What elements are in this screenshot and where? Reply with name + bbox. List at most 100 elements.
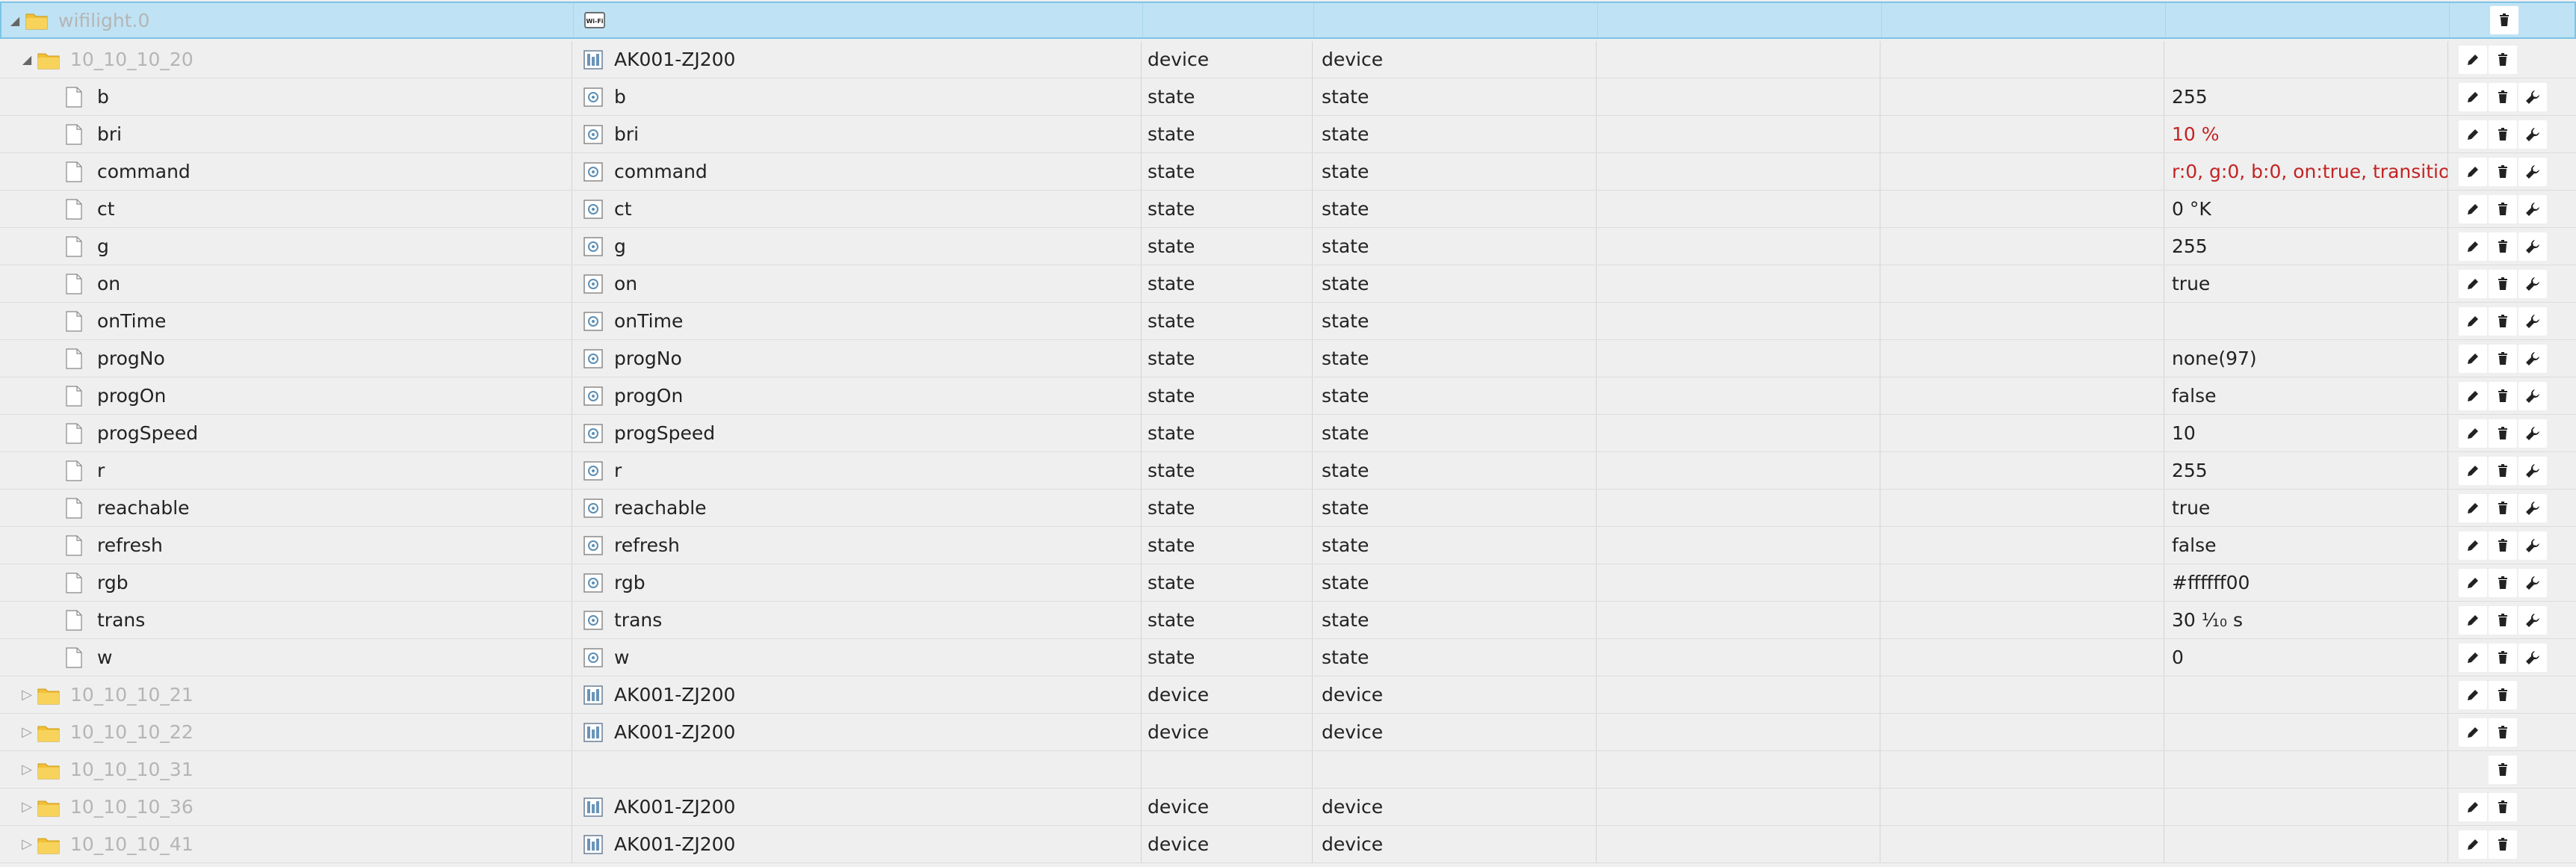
pencil-icon[interactable] [2459, 531, 2487, 560]
pencil-icon[interactable] [2459, 830, 2487, 859]
tree-row-device[interactable]: ▷ 10_10_10_21 AK001-ZJ200 device device [0, 676, 2576, 714]
tree-row-state[interactable]: w w state state 0 [0, 639, 2576, 676]
pencil-icon[interactable] [2459, 157, 2487, 186]
tree-row-state[interactable]: rgb rgb state state #ffffff00 [0, 564, 2576, 602]
tree-row-state[interactable]: on on state state true [0, 265, 2576, 303]
pencil-icon[interactable] [2459, 344, 2487, 373]
wrench-icon[interactable] [2518, 493, 2547, 522]
trash-icon[interactable] [2489, 792, 2517, 821]
trash-icon[interactable] [2489, 232, 2517, 261]
wrench-icon[interactable] [2518, 306, 2547, 336]
tree-row-state[interactable]: g g state state 255 [0, 228, 2576, 265]
pencil-icon[interactable] [2459, 194, 2487, 223]
pencil-icon[interactable] [2459, 45, 2487, 74]
tree-row-state[interactable]: trans trans state state 30 ⅒ s [0, 602, 2576, 639]
value-cell: none(97) [2164, 340, 2448, 377]
tree-row-state[interactable]: progSpeed progSpeed state state 10 [0, 415, 2576, 452]
trash-icon[interactable] [2489, 419, 2517, 448]
pencil-icon[interactable] [2459, 568, 2487, 597]
trash-icon[interactable] [2490, 6, 2518, 34]
triangle-right-icon[interactable]: ▷ [16, 799, 37, 815]
trash-icon[interactable] [2489, 157, 2517, 186]
wrench-icon[interactable] [2518, 568, 2547, 597]
pencil-icon[interactable] [2459, 82, 2487, 111]
pencil-icon[interactable] [2459, 718, 2487, 747]
tree-row-state[interactable]: ct ct state state 0 °K [0, 191, 2576, 228]
triangle-right-icon[interactable]: ▷ [16, 724, 37, 740]
tree-row-state[interactable]: r r state state 255 [0, 452, 2576, 490]
object-name: rgb [614, 572, 645, 593]
triangle-right-icon[interactable]: ▷ [16, 762, 37, 777]
wrench-icon[interactable] [2518, 419, 2547, 448]
triangle-right-icon[interactable]: ▷ [16, 687, 37, 703]
trash-icon[interactable] [2489, 269, 2517, 298]
value-cell [2166, 3, 2450, 37]
wrench-icon[interactable] [2518, 643, 2547, 672]
trash-icon[interactable] [2489, 45, 2517, 74]
pencil-icon[interactable] [2459, 269, 2487, 298]
tree-row-state[interactable]: b b state state 255 [0, 78, 2576, 116]
tree-row-state[interactable]: bri bri state state 10 % [0, 116, 2576, 153]
wrench-icon[interactable] [2518, 381, 2547, 410]
tree-row-device[interactable]: ▷ 10_10_10_36 AK001-ZJ200 device device [0, 789, 2576, 826]
trash-icon[interactable] [2489, 643, 2517, 672]
pencil-icon[interactable] [2459, 232, 2487, 261]
tree-row-device[interactable]: ▷ 10_10_10_41 AK001-ZJ200 device device [0, 826, 2576, 863]
trash-icon[interactable] [2489, 456, 2517, 485]
triangle-right-icon[interactable]: ▷ [16, 836, 37, 852]
name-cell: refresh [0, 527, 572, 564]
tree-row-state[interactable]: onTime onTime state state [0, 303, 2576, 340]
tree-row-state[interactable]: command command state state r:0, g:0, b:… [0, 153, 2576, 191]
trash-icon[interactable] [2489, 680, 2517, 709]
trash-icon[interactable] [2489, 830, 2517, 859]
trash-icon[interactable] [2489, 531, 2517, 560]
pencil-icon[interactable] [2459, 381, 2487, 410]
tree-row-device[interactable]: ◢ 10_10_10_20 AK001-ZJ200 device device [0, 41, 2576, 78]
tree-row-device[interactable]: ▷ 10_10_10_22 AK001-ZJ200 device device [0, 714, 2576, 751]
tree-row-device[interactable]: ▷ 10_10_10_31 [0, 751, 2576, 789]
pencil-icon[interactable] [2459, 680, 2487, 709]
tree-row-state[interactable]: reachable reachable state state true [0, 490, 2576, 527]
wrench-icon[interactable] [2518, 269, 2547, 298]
trash-icon[interactable] [2489, 493, 2517, 522]
pencil-icon[interactable] [2459, 120, 2487, 149]
tree-row-state[interactable]: progNo progNo state state none(97) [0, 340, 2576, 377]
pencil-icon[interactable] [2459, 306, 2487, 336]
triangle-down-icon[interactable]: ◢ [4, 13, 25, 28]
pencil-icon[interactable] [2459, 493, 2487, 522]
trash-icon[interactable] [2489, 755, 2517, 784]
object-name: AK001-ZJ200 [614, 684, 736, 706]
object-name-cell: onTime [572, 303, 1142, 339]
tree-row-root[interactable]: ◢ wifilight.0 Wi-Fi [0, 1, 2576, 39]
trash-icon[interactable] [2489, 718, 2517, 747]
trash-icon[interactable] [2489, 344, 2517, 373]
type-cell: state [1142, 639, 1313, 676]
wrench-icon[interactable] [2518, 232, 2547, 261]
object-tree: ◢ wifilight.0 Wi-Fi ◢ 10_10_10_20 AK001-… [0, 0, 2576, 867]
trash-icon[interactable] [2489, 120, 2517, 149]
wrench-icon[interactable] [2518, 531, 2547, 560]
trash-icon[interactable] [2489, 82, 2517, 111]
wrench-icon[interactable] [2518, 344, 2547, 373]
wrench-icon[interactable] [2518, 120, 2547, 149]
trash-icon[interactable] [2489, 194, 2517, 223]
pencil-icon[interactable] [2459, 605, 2487, 635]
trash-icon[interactable] [2489, 568, 2517, 597]
wrench-icon[interactable] [2518, 82, 2547, 111]
pencil-icon[interactable] [2459, 792, 2487, 821]
object-id: bri [97, 123, 123, 145]
pencil-icon[interactable] [2459, 643, 2487, 672]
wrench-icon[interactable] [2518, 605, 2547, 635]
trash-icon[interactable] [2489, 605, 2517, 635]
wrench-icon[interactable] [2518, 194, 2547, 223]
wrench-icon[interactable] [2518, 157, 2547, 186]
role-text: state [1322, 161, 1369, 182]
wrench-icon[interactable] [2518, 456, 2547, 485]
pencil-icon[interactable] [2459, 419, 2487, 448]
tree-row-state[interactable]: progOn progOn state state false [0, 377, 2576, 415]
tree-row-state[interactable]: refresh refresh state state false [0, 527, 2576, 564]
trash-icon[interactable] [2489, 306, 2517, 336]
trash-icon[interactable] [2489, 381, 2517, 410]
pencil-icon[interactable] [2459, 456, 2487, 485]
triangle-down-icon[interactable]: ◢ [16, 52, 37, 67]
